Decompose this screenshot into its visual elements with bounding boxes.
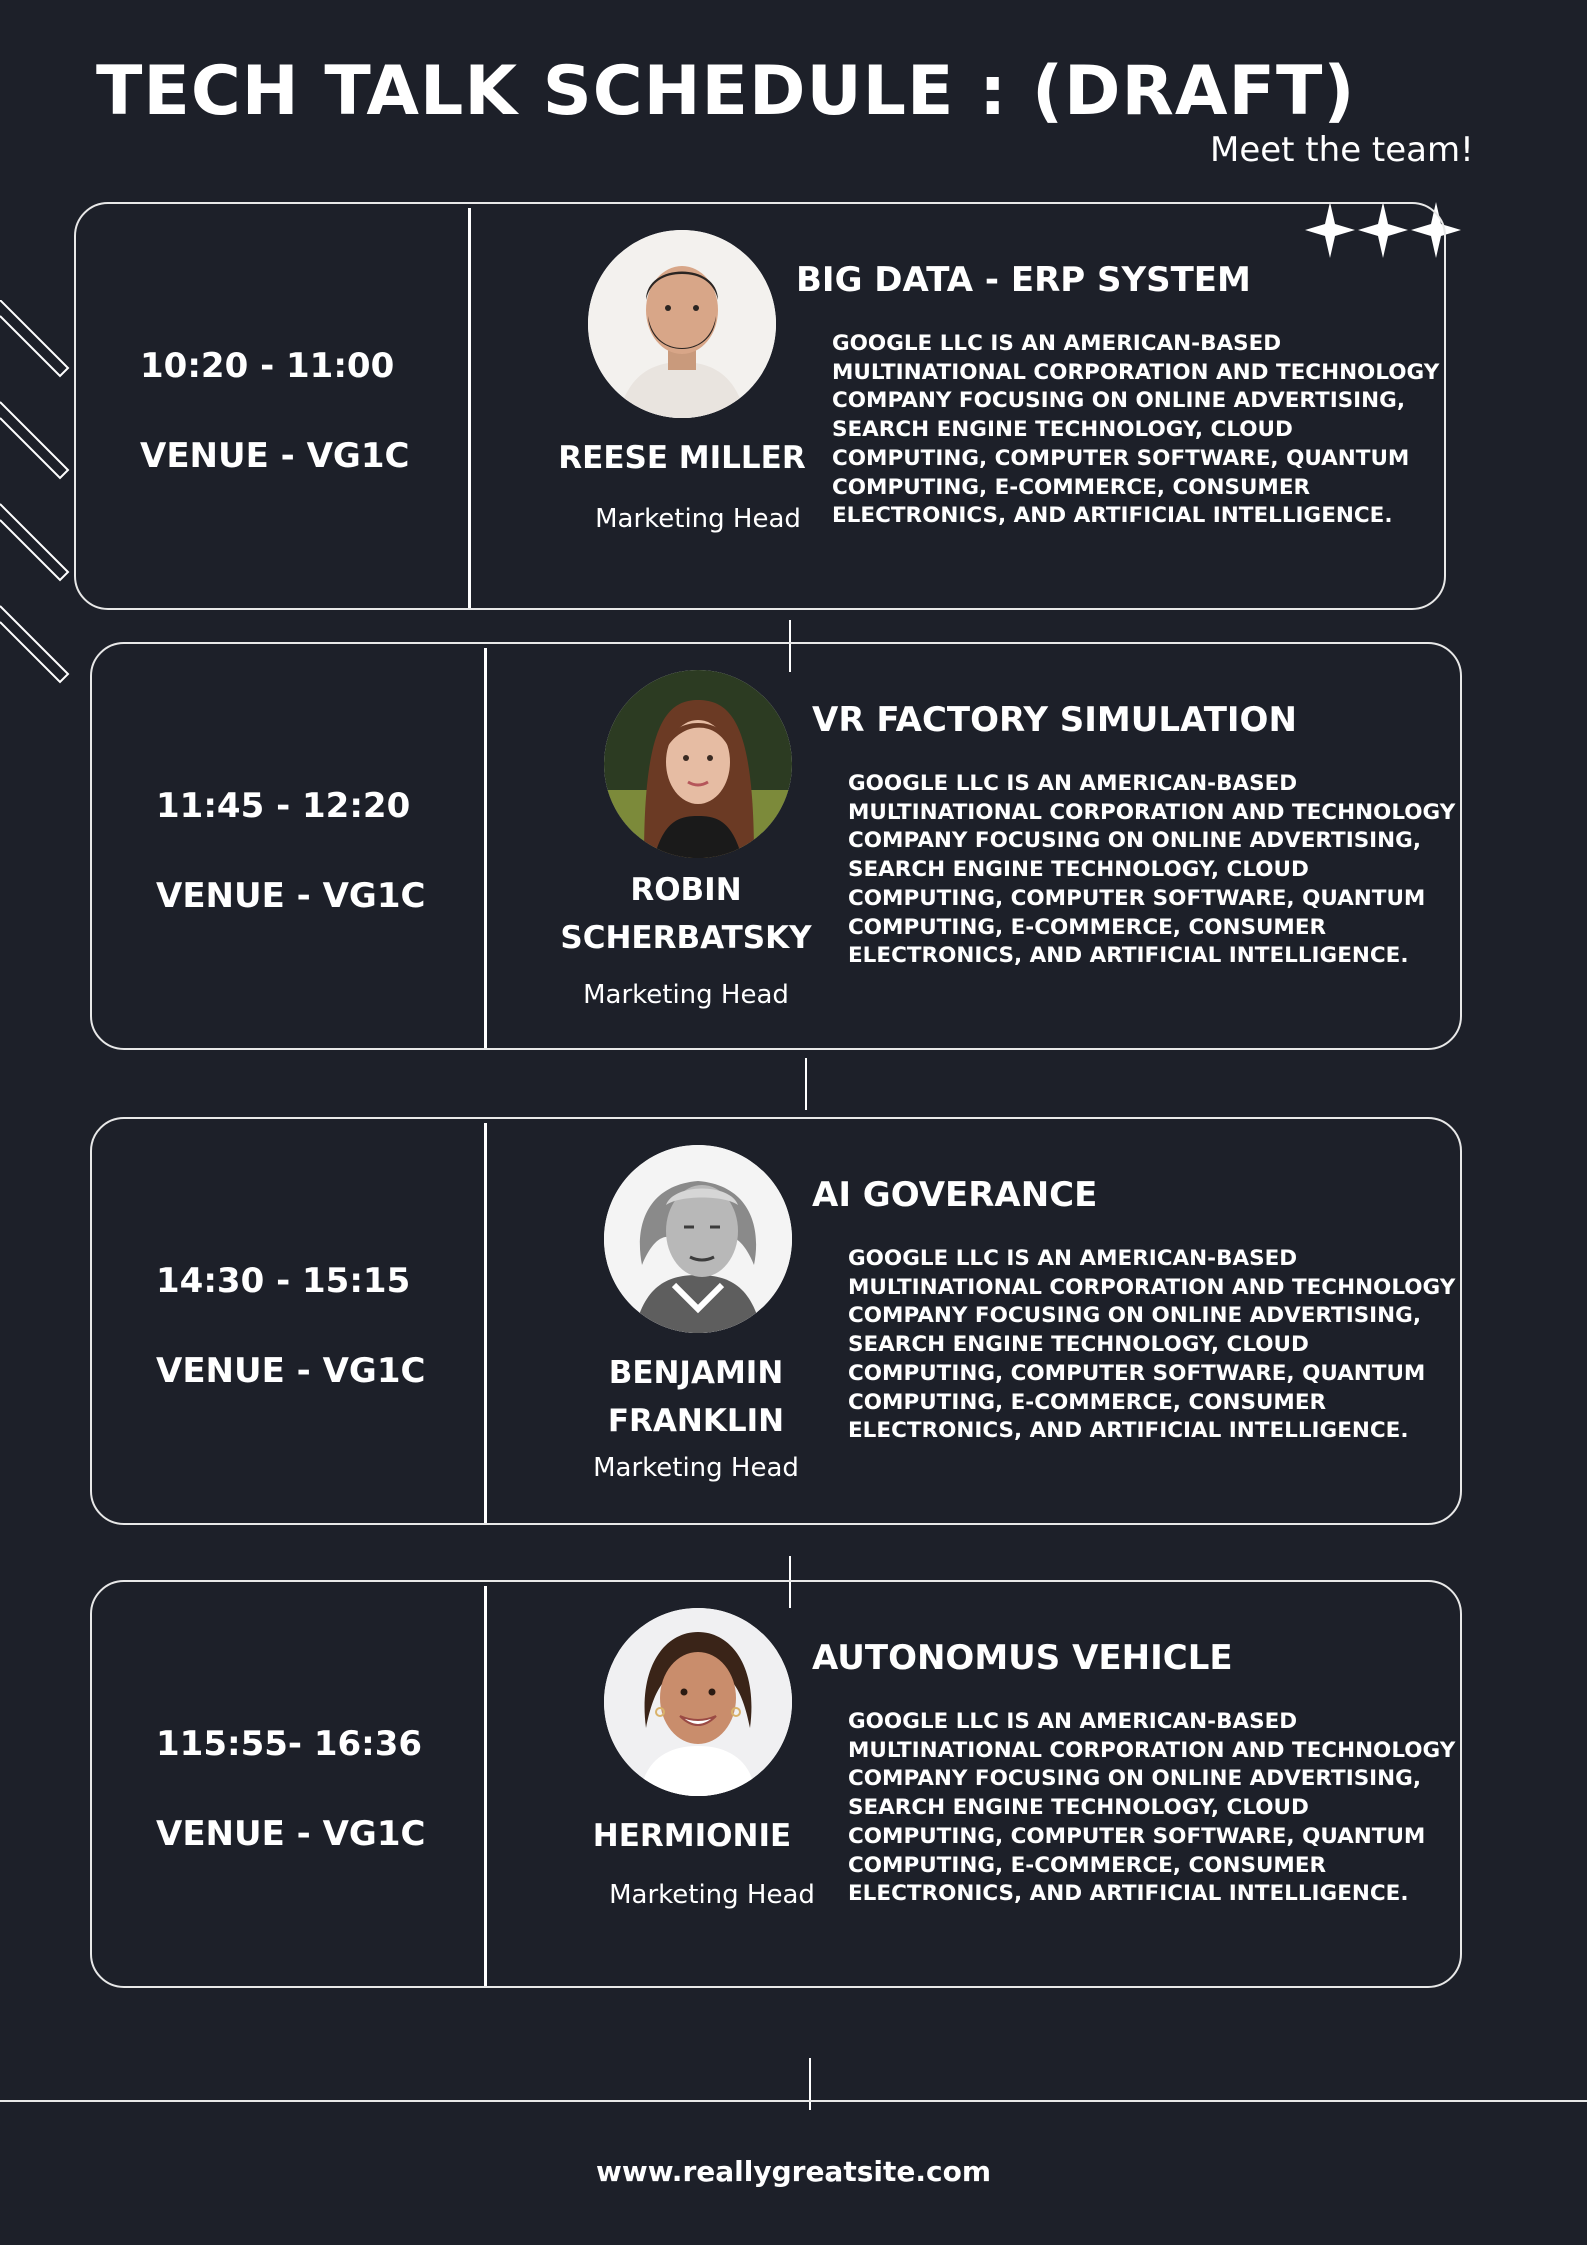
session-time: 14:30 - 15:15: [156, 1261, 411, 1301]
card-divider: [484, 1586, 487, 1986]
talk-description: GOOGLE LLC IS AN AMERICAN-BASED MULTINAT…: [848, 771, 1456, 969]
session-card-4: 115:55- 16:36 VENUE - VG1C HERMIONIE Mar…: [90, 1580, 1462, 1988]
talk-description: GOOGLE LLC IS AN AMERICAN-BASED MULTINAT…: [832, 331, 1440, 529]
session-time: 115:55- 16:36: [156, 1724, 423, 1764]
talk-description: GOOGLE LLC IS AN AMERICAN-BASED MULTINAT…: [848, 1246, 1456, 1444]
talk-title: AUTONOMUS VEHICLE: [812, 1638, 1233, 1678]
speaker-name: HERMIONIE: [592, 1818, 792, 1854]
session-card-2: 11:45 - 12:20 VENUE - VG1C ROBIN SCHERBA…: [90, 642, 1462, 1050]
session-venue: VENUE - VG1C: [156, 1814, 426, 1854]
timeline-connector: [809, 2058, 811, 2110]
speaker-avatar: [604, 1608, 792, 1796]
session-venue: VENUE - VG1C: [140, 436, 410, 476]
footer-divider: [0, 2100, 1587, 2102]
talk-title: VR FACTORY SIMULATION: [812, 700, 1297, 740]
card-divider: [468, 208, 471, 608]
speaker-avatar: [604, 670, 792, 858]
session-time: 10:20 - 11:00: [140, 346, 395, 386]
session-card-3: 14:30 - 15:15 VENUE - VG1C BENJAMIN FRAN…: [90, 1117, 1462, 1525]
session-time: 11:45 - 12:20: [156, 786, 411, 826]
talk-description: GOOGLE LLC IS AN AMERICAN-BASED MULTINAT…: [848, 1709, 1456, 1907]
timeline-connector: [805, 1058, 807, 1110]
footer-website-link[interactable]: www.reallygreatsite.com: [0, 2155, 1587, 2188]
session-venue: VENUE - VG1C: [156, 876, 426, 916]
speaker-avatar: [588, 230, 776, 418]
session-card-1: 10:20 - 11:00 VENUE - VG1C REESE MILLER …: [74, 202, 1446, 610]
talk-title: BIG DATA - ERP SYSTEM: [796, 260, 1251, 300]
speaker-role: Marketing Head: [583, 980, 789, 1010]
speaker-avatar: [604, 1145, 792, 1333]
page-title: TECH TALK SCHEDULE : (DRAFT): [96, 52, 1356, 131]
talk-title: AI GOVERANCE: [812, 1175, 1098, 1215]
speaker-role: Marketing Head: [593, 1453, 799, 1483]
speaker-name: BENJAMIN FRANKLIN: [607, 1355, 785, 1439]
diagonal-stripes-decoration: [0, 300, 70, 684]
card-divider: [484, 1123, 487, 1523]
speaker-role: Marketing Head: [595, 504, 801, 534]
session-venue: VENUE - VG1C: [156, 1351, 426, 1391]
tagline: Meet the team!: [1210, 130, 1474, 170]
speaker-name: ROBIN SCHERBATSKY: [560, 872, 812, 956]
card-divider: [484, 648, 487, 1048]
speaker-name: REESE MILLER: [558, 440, 806, 476]
speaker-role: Marketing Head: [609, 1880, 815, 1910]
